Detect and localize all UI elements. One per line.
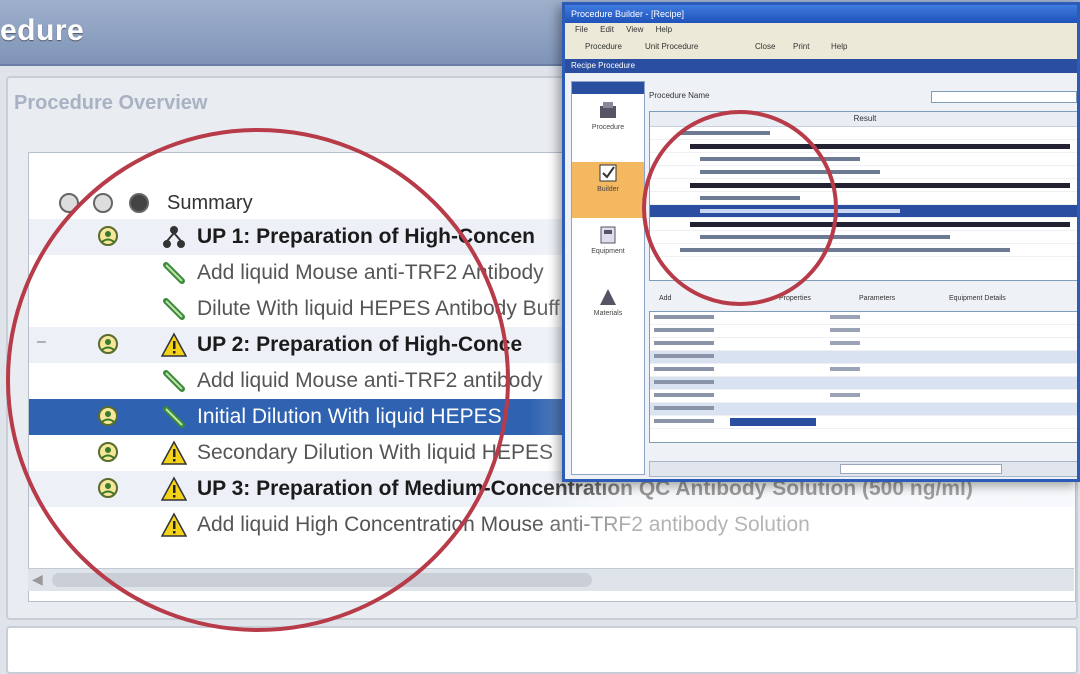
highlight-circle-small [642, 110, 838, 306]
toolbar-close-button[interactable]: Close [755, 42, 775, 51]
tab-properties[interactable]: Properties [779, 295, 811, 302]
inset-toolbar: Procedure Unit Procedure Close Print Hel… [565, 37, 1077, 60]
nav-procedure[interactable]: Procedure [572, 100, 644, 156]
highlight-circle-large [6, 128, 510, 632]
menu-edit[interactable]: Edit [600, 25, 614, 34]
menu-file[interactable]: File [575, 25, 588, 34]
procedure-overview-label: Procedure Overview [14, 92, 208, 114]
window-title: edure [0, 14, 85, 47]
status-field [840, 464, 1002, 474]
tab-add[interactable]: Add [659, 295, 671, 302]
builder-icon [599, 164, 617, 182]
materials-icon [600, 289, 616, 305]
menu-view[interactable]: View [626, 25, 643, 34]
property-category[interactable] [650, 377, 1077, 390]
property-row[interactable] [650, 312, 1077, 325]
inset-statusbar [649, 461, 1077, 477]
property-row[interactable] [650, 416, 1077, 429]
toolbar-unit-procedure-button[interactable]: Unit Procedure [645, 42, 698, 51]
toolbar-procedure-button[interactable]: Procedure [585, 42, 622, 51]
tab-equipment-details[interactable]: Equipment Details [949, 295, 1006, 302]
nav-materials[interactable]: Materials [572, 286, 644, 342]
procedure-icon [600, 102, 616, 118]
property-row[interactable] [650, 325, 1077, 338]
tab-parameters[interactable]: Parameters [859, 295, 895, 302]
inset-menubar: File Edit View Help [565, 23, 1077, 37]
menu-help[interactable]: Help [656, 25, 672, 34]
scroll-left-icon[interactable]: ◀ [32, 571, 43, 588]
property-category[interactable] [650, 403, 1077, 416]
procedure-name-input[interactable] [931, 91, 1077, 103]
property-row[interactable] [650, 364, 1077, 377]
property-category[interactable] [650, 351, 1077, 364]
nav-header [572, 82, 644, 94]
toolbar-help-button[interactable]: Help [831, 42, 847, 51]
toolbar-print-button[interactable]: Print [793, 42, 809, 51]
inset-title: Procedure Builder - [Recipe] [565, 5, 1077, 23]
bottom-panel [6, 626, 1078, 674]
inset-section-title: Recipe Procedure [565, 59, 1077, 73]
nav-equipment[interactable]: Equipment [572, 224, 644, 280]
nav-builder[interactable]: Builder [572, 162, 644, 218]
inset-property-grid[interactable] [649, 311, 1077, 443]
inset-nav-panel: Procedure Builder Equipment Materials [571, 81, 645, 475]
equipment-icon [600, 226, 616, 244]
procedure-name-label: Procedure Name [649, 91, 710, 100]
property-row[interactable] [650, 338, 1077, 351]
property-row[interactable] [650, 390, 1077, 403]
